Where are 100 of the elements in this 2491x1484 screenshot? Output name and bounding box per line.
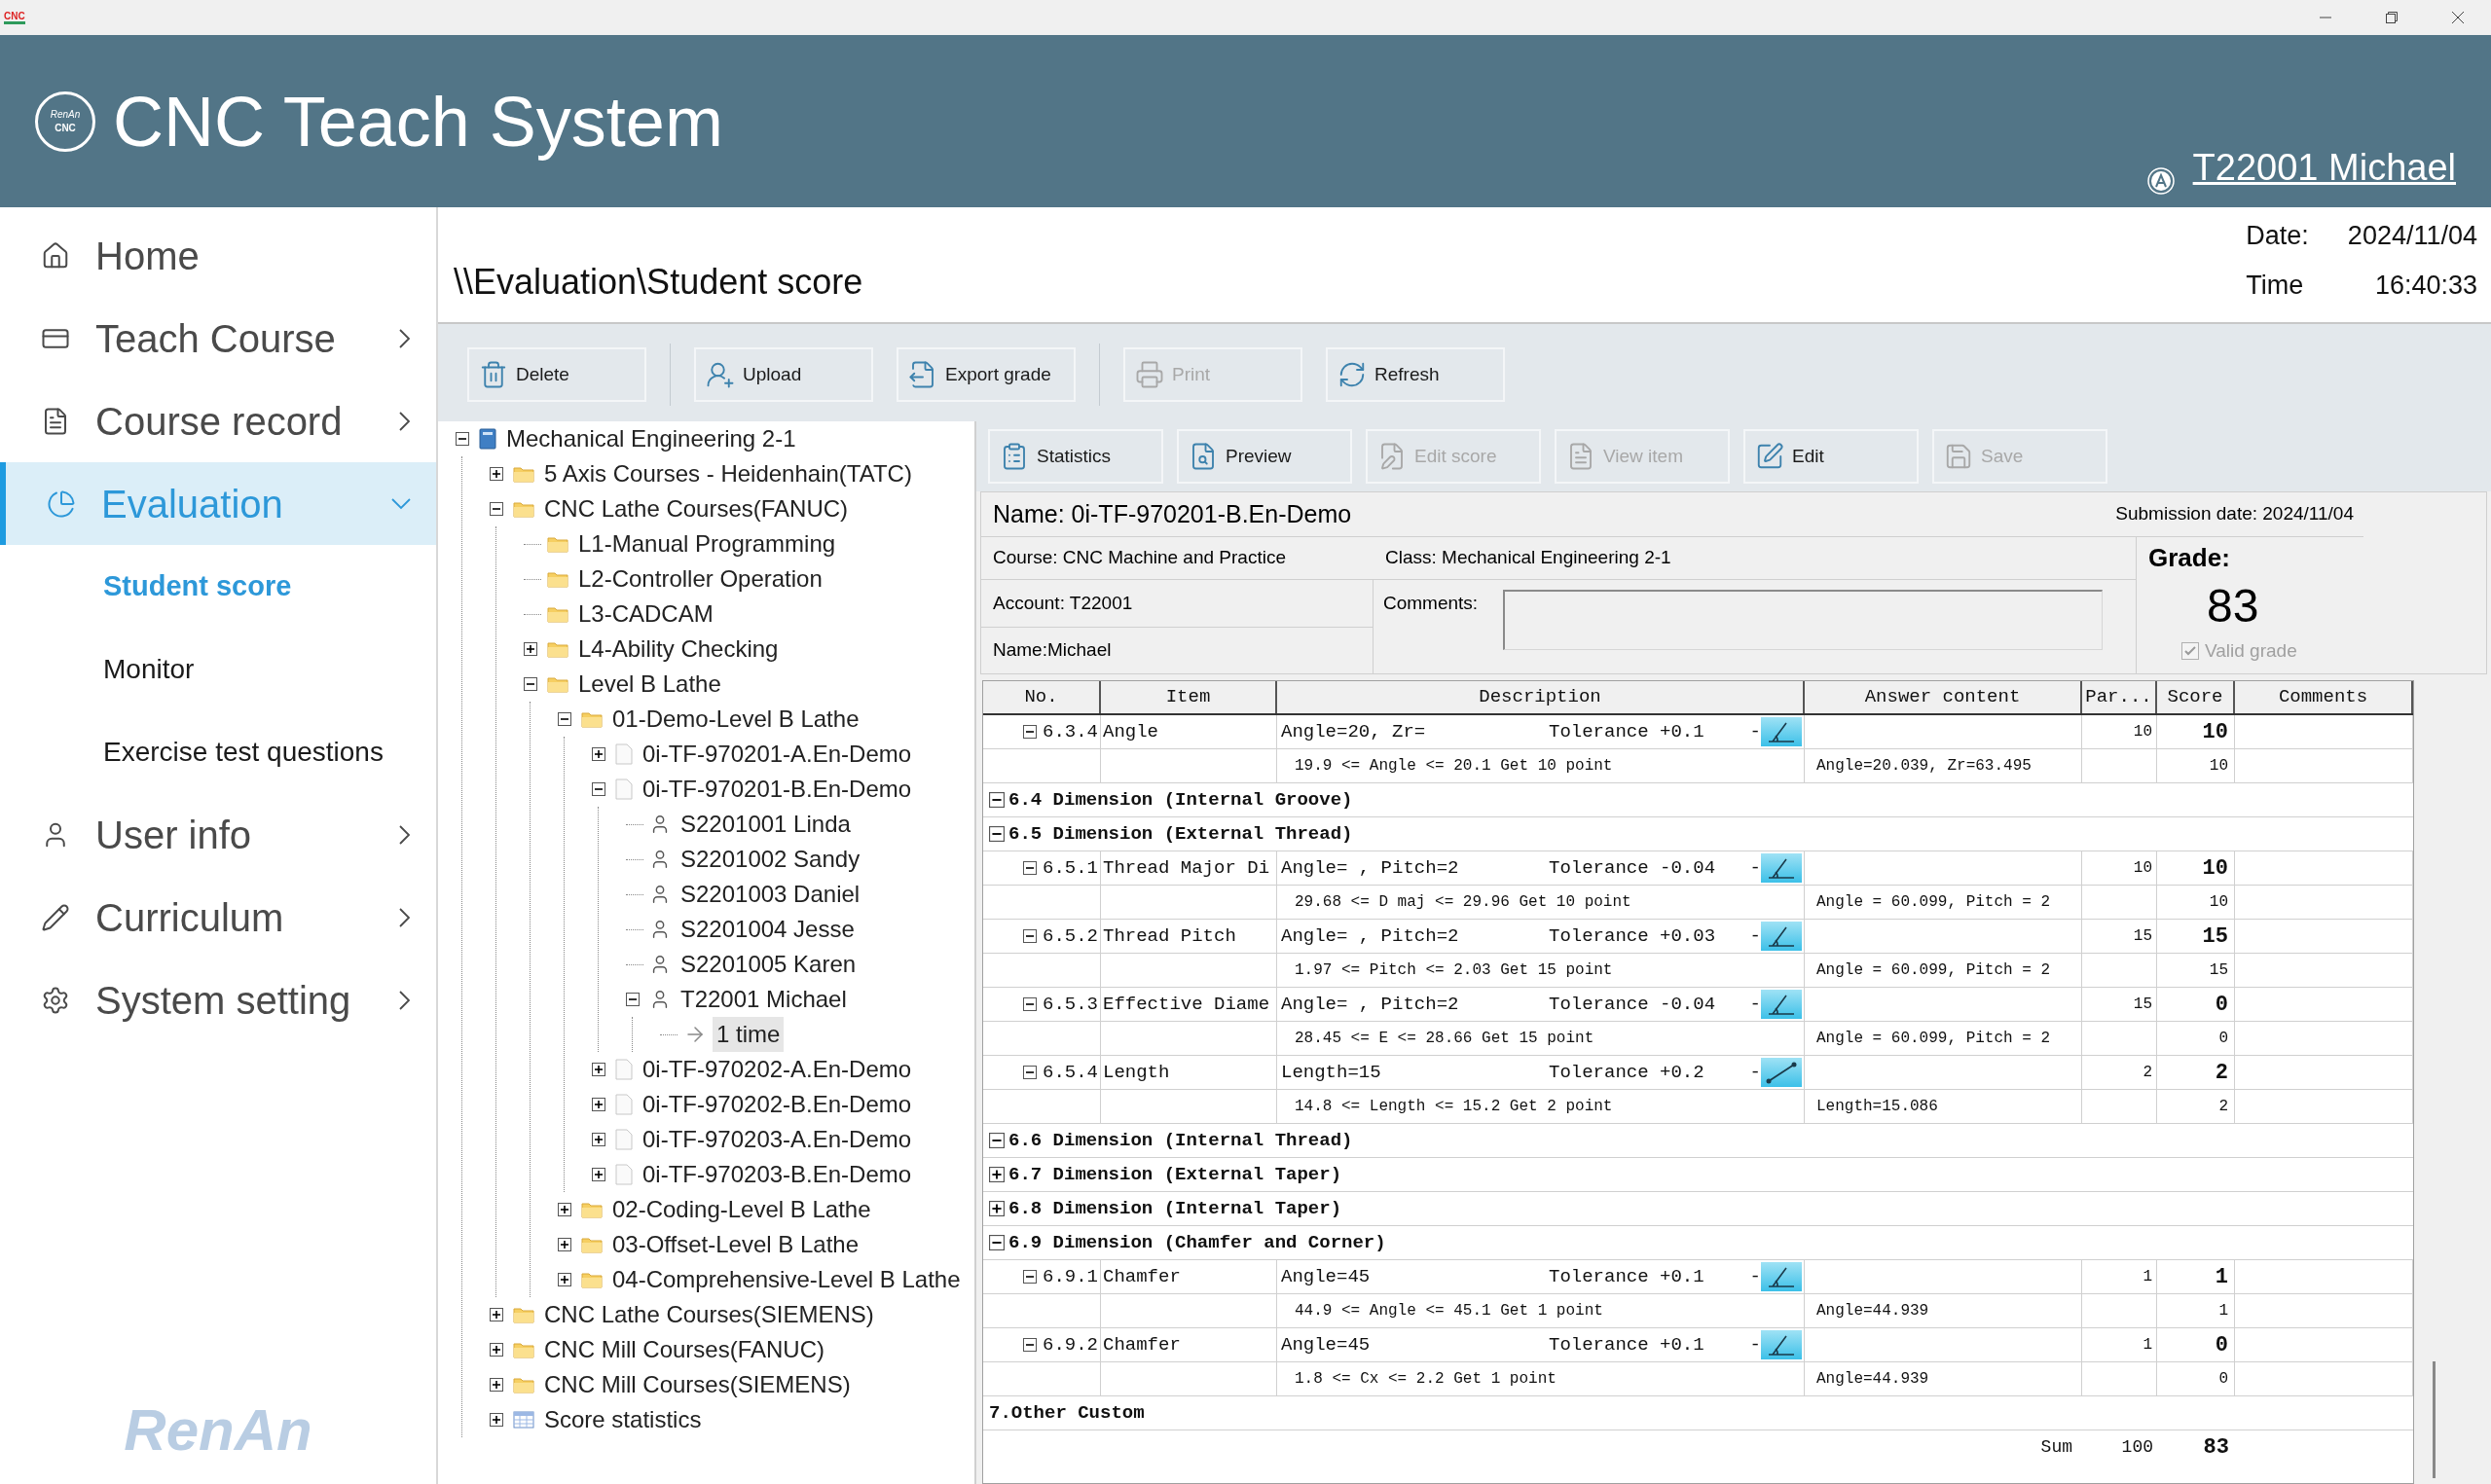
expand-toggle[interactable] [592, 782, 605, 796]
tree-item[interactable]: CNC Lathe Courses(FANUC) [540, 491, 853, 526]
export-grade-button[interactable]: Export grade [897, 347, 1076, 402]
expand-toggle[interactable] [1023, 1066, 1037, 1079]
tree-item[interactable]: 0i-TF-970201-A.En-Demo [639, 737, 916, 772]
refresh-button[interactable]: Refresh [1326, 347, 1505, 402]
tree-item[interactable]: 1 time [713, 1017, 785, 1052]
expand-toggle[interactable] [524, 677, 537, 691]
nav-item[interactable]: System setting [0, 959, 436, 1041]
expand-toggle[interactable] [1023, 1338, 1037, 1352]
expand-toggle[interactable] [490, 1308, 503, 1321]
tree-item[interactable]: 01-Demo-Level B Lathe [608, 702, 863, 737]
tolerance-text: Tolerance -0.04 [1549, 855, 1717, 881]
expand-toggle[interactable] [592, 747, 605, 761]
dash-text: - [1749, 1264, 1761, 1289]
angle-gauge-icon[interactable] [1761, 1262, 1802, 1291]
folder-icon [581, 1236, 603, 1253]
tree-item[interactable]: CNC Mill Courses(SIEMENS) [540, 1367, 855, 1402]
nav-item[interactable]: User info [0, 793, 436, 876]
expand-toggle[interactable] [989, 1235, 1005, 1250]
expand-toggle[interactable] [490, 467, 503, 481]
column-header[interactable]: Par... [2082, 681, 2157, 713]
angle-gauge-icon[interactable] [1761, 1330, 1802, 1359]
edit-button[interactable]: Edit [1743, 429, 1919, 484]
nav-subitem[interactable]: Monitor [0, 628, 436, 710]
tree-item[interactable]: S2201004 Jesse [677, 912, 859, 947]
tree-item[interactable]: 0i-TF-970202-B.En-Demo [639, 1087, 916, 1122]
expand-toggle[interactable] [558, 712, 571, 726]
delete-button[interactable]: Delete [467, 347, 646, 402]
expand-toggle[interactable] [989, 1167, 1005, 1182]
expand-toggle[interactable] [490, 1343, 503, 1357]
expand-toggle[interactable] [1023, 861, 1037, 875]
expand-toggle[interactable] [524, 642, 537, 656]
column-header[interactable]: Description [1277, 681, 1805, 713]
angle-gauge-icon[interactable] [1761, 990, 1802, 1019]
tree-item[interactable]: 0i-TF-970203-B.En-Demo [639, 1157, 916, 1192]
expand-toggle[interactable] [592, 1133, 605, 1146]
tree-item[interactable]: L2-Controller Operation [574, 561, 826, 597]
column-header[interactable]: Comments [2235, 681, 2413, 713]
column-header[interactable]: Answer content [1805, 681, 2082, 713]
expand-toggle[interactable] [989, 826, 1005, 842]
nav-subitem[interactable]: Exercise test questions [0, 710, 436, 793]
expand-toggle[interactable] [626, 993, 640, 1006]
column-header[interactable]: Item [1101, 681, 1277, 713]
angle-gauge-icon[interactable] [1761, 853, 1802, 883]
chevron-down-icon [391, 497, 411, 510]
expand-toggle[interactable] [592, 1098, 605, 1111]
tree-item[interactable]: 5 Axis Courses - Heidenhain(TATC) [540, 456, 916, 491]
column-header[interactable]: No. [983, 681, 1101, 713]
tree-item[interactable]: S2201005 Karen [677, 947, 861, 982]
comments-field[interactable] [1503, 590, 2104, 650]
tree-item[interactable]: 03-Offset-Level B Lathe [608, 1227, 863, 1262]
tree-item[interactable]: T22001 Michael [677, 982, 851, 1017]
tree-item[interactable]: Score statistics [540, 1402, 706, 1437]
tree-item[interactable]: S2201002 Sandy [677, 842, 864, 877]
tree-item[interactable]: 02-Coding-Level B Lathe [608, 1192, 875, 1227]
item-name: Length [1103, 1060, 1170, 1085]
angle-gauge-icon[interactable] [1761, 717, 1802, 746]
item-name: Chamfer [1103, 1332, 1181, 1357]
expand-toggle[interactable] [989, 792, 1005, 808]
expand-toggle[interactable] [490, 1378, 503, 1392]
statistics-button[interactable]: Statistics [988, 429, 1163, 484]
expand-toggle[interactable] [1023, 929, 1037, 943]
tree-item[interactable]: 0i-TF-970201-B.En-Demo [639, 772, 916, 807]
tree-item[interactable]: 04-Comprehensive-Level B Lathe [608, 1262, 965, 1297]
expand-toggle[interactable] [490, 1413, 503, 1427]
expand-toggle[interactable] [1023, 1270, 1037, 1284]
tree-item[interactable]: 0i-TF-970203-A.En-Demo [639, 1122, 916, 1157]
expand-toggle[interactable] [1023, 997, 1037, 1011]
tree-item[interactable]: L1-Manual Programming [574, 526, 840, 561]
expand-toggle[interactable] [592, 1063, 605, 1076]
tree-item[interactable]: S2201001 Linda [677, 807, 855, 842]
tree-item[interactable]: L4-Ability Checking [574, 632, 783, 667]
angle-gauge-icon[interactable] [1761, 922, 1802, 951]
expand-toggle[interactable] [592, 1168, 605, 1181]
line-gauge-icon[interactable] [1761, 1058, 1802, 1087]
valid-grade-checkbox[interactable] [2181, 642, 2199, 661]
preview-button[interactable]: Preview [1177, 429, 1352, 484]
expand-toggle[interactable] [1023, 725, 1037, 739]
expand-toggle[interactable] [989, 1201, 1005, 1216]
user-link[interactable]: T22001 Michael [2192, 140, 2456, 196]
expand-toggle[interactable] [558, 1273, 571, 1286]
nav-item[interactable]: Course record [0, 380, 436, 462]
nav-item[interactable]: Home [0, 214, 436, 297]
expand-toggle[interactable] [558, 1203, 571, 1216]
tree-item[interactable]: CNC Lathe Courses(SIEMENS) [540, 1297, 878, 1332]
nav-item[interactable]: Teach Course [0, 297, 436, 380]
expand-toggle[interactable] [456, 432, 469, 446]
tree-item[interactable]: L3-CADCAM [574, 597, 717, 632]
tree-item[interactable]: S2201003 Daniel [677, 877, 864, 912]
column-header[interactable]: Score [2157, 681, 2235, 713]
tree-item[interactable]: 0i-TF-970202-A.En-Demo [639, 1052, 916, 1087]
expand-toggle[interactable] [558, 1238, 571, 1251]
upload-button[interactable]: Upload [694, 347, 873, 402]
expand-toggle[interactable] [989, 1133, 1005, 1148]
tree-item[interactable]: Mechanical Engineering 2-1 [502, 421, 800, 456]
expand-toggle[interactable] [490, 502, 503, 516]
tree-item[interactable]: Level B Lathe [574, 667, 725, 702]
tree-item[interactable]: CNC Mill Courses(FANUC) [540, 1332, 828, 1367]
nav-item[interactable]: Curriculum [0, 876, 436, 959]
